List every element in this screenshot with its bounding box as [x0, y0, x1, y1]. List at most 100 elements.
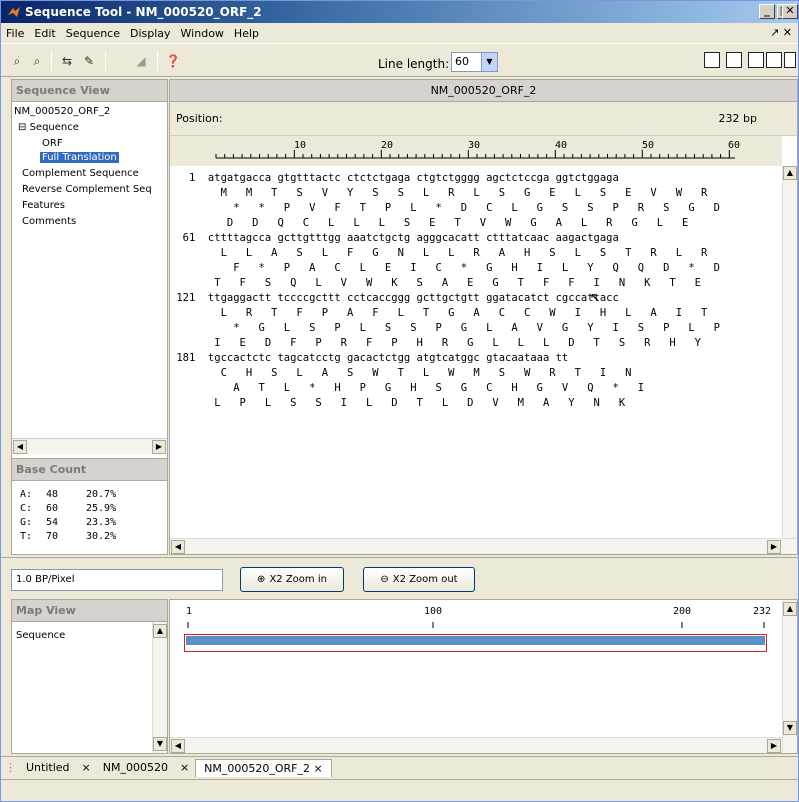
translation-line: * * P V F T P L * D C L G S S P R S G D — [170, 202, 720, 214]
menu-help[interactable]: Help — [229, 27, 264, 40]
base-count-row: A: 48 20.7% — [20, 489, 146, 503]
tree-complement[interactable]: Complement Sequence — [22, 168, 139, 179]
dna-line: 181 tgccactctc tagcatcctg gacactctgg atg… — [170, 352, 569, 364]
base-label: A: — [20, 489, 33, 500]
base-count: 70 — [46, 531, 59, 542]
menu-bar: File Edit Sequence Display Window Help ↗… — [1, 23, 798, 43]
translation-line: L R T F P A F L T G A C C W I H L A I T — [170, 307, 708, 319]
position-row: Position: 232 bp — [170, 102, 797, 136]
scroll-up-icon[interactable]: ▲ — [153, 624, 167, 638]
scroll-up-icon[interactable]: ▲ — [783, 602, 797, 616]
sequence-tree: NM_000520_ORF_2 ⊟ Sequence ORF Full Tran… — [12, 102, 167, 434]
menu-display[interactable]: Display — [125, 27, 176, 40]
position-ruler: 10 20 30 40 50 60 — [170, 136, 782, 166]
map-ruler-label: 100 — [424, 606, 442, 617]
scroll-down-icon[interactable]: ▼ — [153, 737, 167, 751]
tab-untitled[interactable]: Untitled — [20, 759, 76, 776]
base-percent: 20.7% — [86, 489, 117, 500]
dna-line: 1 atgatgacca gtgtttactc ctctctgaga ctgtc… — [170, 172, 619, 184]
sequence-name-header: NM_000520_ORF_2 — [170, 80, 797, 102]
grip-icon: ⋮ — [5, 761, 16, 774]
scroll-right-icon[interactable]: ▶ — [767, 540, 781, 554]
layout-single-icon[interactable] — [784, 52, 796, 68]
base-count-row: C: 60 25.9% — [20, 503, 146, 517]
layout-float-icon[interactable] — [766, 52, 782, 68]
tree-sequence[interactable]: ⊟ Sequence — [18, 122, 79, 133]
tree-reverse-complement[interactable]: Reverse Complement Seq — [22, 184, 152, 195]
base-count-row: G: 54 23.3% — [20, 517, 146, 531]
translation-line: T F S Q L V W K S A E G T F F I N K T E — [170, 277, 702, 289]
tab-close-icon[interactable]: × — [76, 759, 97, 776]
dna-line: 61 cttttagcca gcttgtttgg aaatctgctg aggg… — [170, 232, 619, 244]
layout-rows-icon[interactable] — [748, 52, 764, 68]
tree-root[interactable]: NM_000520_ORF_2 — [14, 106, 110, 117]
map-item-sequence[interactable]: Sequence — [16, 630, 65, 641]
base-label: C: — [20, 503, 33, 514]
bp-per-pixel-field[interactable]: 1.0 BP/Pixel — [11, 569, 223, 591]
sequence-length: 232 bp — [718, 112, 757, 125]
zoom-in-tool-icon[interactable]: ⌕ — [7, 51, 27, 71]
menu-window[interactable]: Window — [176, 27, 229, 40]
collapse-icon[interactable]: ⊟ — [18, 122, 26, 133]
scroll-left-icon[interactable]: ◀ — [13, 440, 27, 454]
close-window-button[interactable]: ✕ — [782, 4, 798, 19]
sequence-map-bar[interactable] — [184, 634, 767, 652]
zoom-in-button[interactable]: ⊕ X2 Zoom in — [240, 567, 344, 592]
translation-line: C H S L A S W T L W M S W R T I N — [170, 367, 632, 379]
map-view-panel: Map View Sequence ▲ ▼ — [11, 599, 168, 754]
toolbar: ⌕ ⌕ ⇆ ✎ ◢ ❓ Line length: 60 ▼ — [1, 43, 798, 77]
tree-orf[interactable]: ORF — [42, 138, 63, 149]
map-vertical-scrollbar[interactable]: ▲ ▼ — [782, 600, 797, 753]
translation-line: D D Q C L L L S E T V W G A L R G L E — [170, 217, 689, 229]
tree-horizontal-scrollbar[interactable]: ◀ ▶ — [12, 438, 167, 454]
ruler-label: 40 — [555, 140, 567, 151]
map-ruler-label: 1 — [186, 606, 192, 617]
ruler-label: 50 — [642, 140, 654, 151]
ruler-label: 30 — [468, 140, 480, 151]
line-length-select[interactable]: 60 ▼ — [451, 52, 498, 72]
sequence-display-panel: NM_000520_ORF_2 Position: 232 bp 10 20 3… — [169, 79, 798, 555]
tree-comments[interactable]: Comments — [22, 216, 76, 227]
undock-close-icons[interactable]: ↗ ✕ — [770, 26, 792, 39]
tab-nm-000520-orf-2[interactable]: NM_000520_ORF_2 × — [195, 758, 332, 777]
scroll-up-icon[interactable]: ▲ — [783, 166, 797, 180]
tree-features[interactable]: Features — [22, 200, 65, 211]
map-horizontal-scrollbar[interactable]: ◀ ▶ — [170, 737, 782, 753]
chevron-down-icon: ▼ — [481, 53, 497, 71]
sequence-tool-window: Sequence Tool - NM_000520_ORF_2 _ □ x ✕ … — [0, 0, 799, 802]
menu-sequence[interactable]: Sequence — [61, 27, 125, 40]
line-length-value: 60 — [455, 55, 469, 68]
minimize-button[interactable]: _ — [759, 4, 775, 19]
edit-icon[interactable]: ✎ — [79, 51, 99, 71]
ruler-label: 60 — [728, 140, 740, 151]
line-length-label: Line length: — [378, 57, 450, 71]
scroll-down-icon[interactable]: ▼ — [783, 721, 797, 735]
sequence-horizontal-scrollbar[interactable]: ◀ ▶ — [170, 538, 797, 554]
scroll-left-icon[interactable]: ◀ — [171, 540, 185, 554]
eraser-icon[interactable]: ◢ — [131, 51, 151, 71]
scroll-right-icon[interactable]: ▶ — [152, 440, 166, 454]
menu-edit[interactable]: Edit — [29, 27, 60, 40]
tree-full-translation[interactable]: Full Translation — [40, 152, 119, 163]
zoom-out-tool-icon[interactable]: ⌕ — [27, 51, 47, 71]
swap-icon[interactable]: ⇆ — [57, 51, 77, 71]
scroll-right-icon[interactable]: ▶ — [767, 739, 781, 753]
tab-close-icon[interactable]: × — [174, 759, 195, 776]
zoom-out-button[interactable]: ⊖ X2 Zoom out — [363, 567, 475, 592]
layout-columns-icon[interactable] — [726, 52, 742, 68]
magnifier-plus-icon: ⊕ — [257, 574, 266, 585]
sequence-vertical-scrollbar[interactable]: ▲ — [782, 166, 797, 554]
base-count-header: Base Count — [12, 459, 167, 481]
map-list-scrollbar[interactable]: ▲ ▼ — [152, 622, 167, 753]
menu-file[interactable]: File — [1, 27, 29, 40]
tab-close-icon[interactable]: × — [314, 762, 323, 775]
tab-nm-000520[interactable]: NM_000520 — [97, 759, 174, 776]
base-percent: 25.9% — [86, 503, 117, 514]
scroll-left-icon[interactable]: ◀ — [171, 739, 185, 753]
layout-grid-icon[interactable] — [704, 52, 720, 68]
title-bar[interactable]: Sequence Tool - NM_000520_ORF_2 _ □ x — [1, 1, 798, 23]
help-icon[interactable]: ❓ — [163, 51, 183, 71]
tab-label: Untitled — [26, 761, 70, 774]
base-percent: 30.2% — [86, 531, 117, 542]
sequence-text-area[interactable]: 1 atgatgacca gtgtttactc ctctctgaga ctgtc… — [170, 168, 782, 540]
